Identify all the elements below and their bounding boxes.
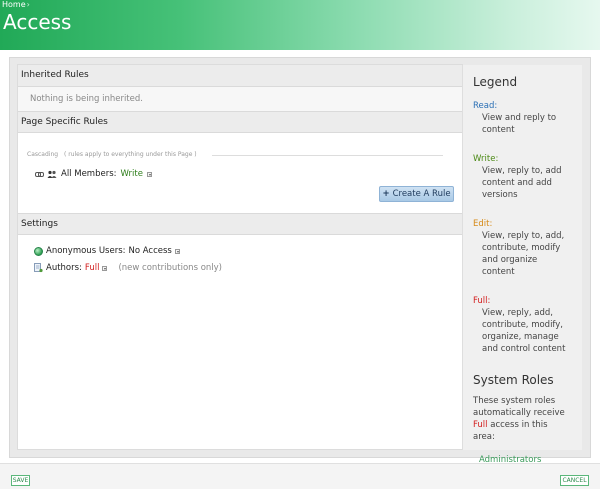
cancel-button[interactable]: CANCEL — [560, 475, 589, 486]
anonymous-users-label: Anonymous Users: — [46, 246, 126, 256]
authors-row: Authors: Full (new contributions only) — [34, 261, 222, 275]
header-banner — [0, 0, 600, 50]
breadcrumb-separator: › — [26, 0, 30, 9]
system-roles-description: These system roles automatically receive… — [473, 395, 572, 443]
legend-full-desc: View, reply, add, contribute, modify, or… — [482, 308, 566, 354]
anonymous-users-access-value[interactable]: No Access — [128, 246, 171, 256]
authors-note: (new contributions only) — [118, 263, 222, 273]
create-rule-button[interactable]: + Create A Rule — [379, 186, 454, 202]
system-roles-title: System Roles — [473, 373, 554, 387]
dropdown-arrow-icon[interactable] — [174, 248, 180, 254]
legend-read-label: Read: — [473, 101, 498, 111]
create-rule-label: Create A Rule — [392, 189, 451, 199]
legend-full-label: Full: — [473, 296, 491, 306]
chain-icon[interactable] — [35, 172, 44, 177]
cascading-note: ( rules apply to everything under this P… — [63, 151, 197, 158]
legend-title: Legend — [473, 75, 518, 89]
all-members-label: All Members: — [61, 169, 117, 179]
legend-read-desc: View and reply to content — [482, 113, 557, 135]
inherited-rules-message: Nothing is being inherited. — [18, 87, 462, 111]
doc-icon — [34, 263, 43, 273]
users-icon — [47, 170, 57, 178]
dropdown-arrow-icon[interactable] — [102, 265, 108, 271]
legend-edit-desc: View, reply to, add, contribute, modify … — [482, 231, 565, 277]
all-members-access-value[interactable]: Write — [121, 169, 143, 179]
save-button[interactable]: SAVE — [11, 475, 30, 486]
system-roles-desc-full: Full — [473, 420, 488, 430]
authors-label: Authors: — [46, 263, 82, 273]
dropdown-arrow-icon[interactable] — [146, 171, 152, 177]
all-members-rule-row: All Members: Write — [35, 167, 152, 181]
globe-icon — [34, 246, 43, 256]
legend-write-label: Write: — [473, 154, 499, 164]
cascading-label: Cascading — [27, 151, 59, 158]
inherited-rules-header: Inherited Rules — [18, 65, 462, 87]
breadcrumb-home-link[interactable]: Home — [2, 0, 26, 9]
legend-edit-label: Edit: — [473, 219, 493, 229]
authors-access-value[interactable]: Full — [85, 263, 100, 273]
system-roles-desc-before: These system roles automatically receive — [473, 396, 565, 418]
plus-icon: + — [382, 189, 390, 199]
legend-write-desc: View, reply to, add content and add vers… — [482, 166, 562, 200]
page-title: Access — [3, 10, 72, 34]
bottom-action-bar — [0, 463, 600, 489]
settings-header: Settings — [18, 213, 462, 235]
breadcrumb: Home› — [2, 0, 30, 9]
rules-main-panel: Inherited Rules Nothing is being inherit… — [17, 64, 463, 450]
legend-panel: Legend Read: View and reply to content W… — [462, 65, 582, 465]
anonymous-users-row: Anonymous Users: No Access — [34, 244, 180, 258]
cascading-divider: Cascading ( rules apply to everything un… — [27, 151, 443, 161]
page-specific-rules-header: Page Specific Rules — [18, 111, 462, 133]
